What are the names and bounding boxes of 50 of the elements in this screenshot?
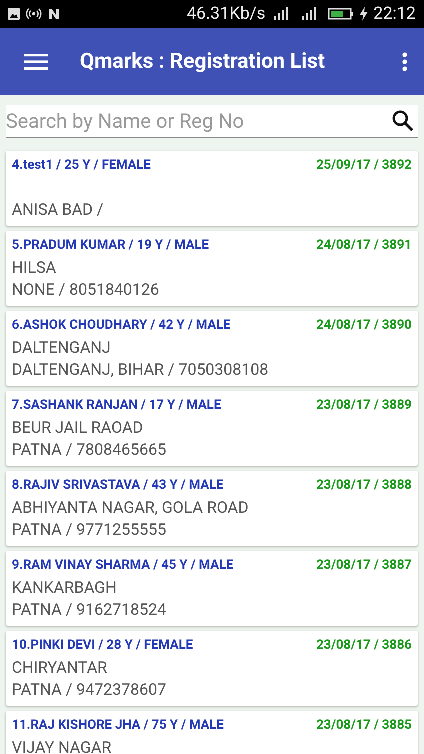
address-text: ABHIYANTA NAGAR, GOLA ROAD — [12, 497, 250, 519]
contact-text: PATNA / 7808465665 — [12, 439, 168, 461]
charging-icon — [360, 7, 368, 21]
registration-date: 25/09/17 / 3892 — [316, 158, 412, 173]
search-field[interactable]: Search by Name or Reg No — [6, 105, 418, 138]
patient-name: 8.RAJIV SRIVASTAVA / 43 Y / MALE — [12, 478, 224, 493]
menu-icon — [24, 52, 48, 70]
contact-text: ANISA BAD / — [12, 199, 105, 221]
registration-date: 23/08/17 / 3888 — [316, 478, 412, 493]
contact-text: PATNA / 9771255555 — [12, 519, 168, 541]
app-title: Qmarks : Registration List — [80, 50, 326, 74]
contact-text: PATNA / 9162718524 — [12, 599, 168, 621]
battery-icon — [328, 8, 354, 20]
record-card[interactable]: 11.RAJ KISHORE JHA / 75 Y / MALE 23/08/17 / 3885 VIJAY NAGAR — [6, 711, 418, 754]
record-card[interactable]: 9.RAM VINAY SHARMA / 45 Y / MALE 23/08/17 / 3887 KANKARBAGH PATNA / 9162718524 — [6, 551, 418, 626]
nfc-icon — [48, 8, 60, 20]
address-text: VIJAY NAGAR — [12, 737, 113, 754]
record-card[interactable]: 7.SASHANK RANJAN / 17 Y / MALE 23/08/17 / 3889 BEUR JAIL RAOAD PATNA / 7808465665 — [6, 391, 418, 466]
address-text: DALTENGANJ — [12, 337, 112, 359]
patient-name: 4.test1 / 25 Y / FEMALE — [12, 158, 151, 173]
record-card[interactable]: 10.PINKI DEVI / 28 Y / FEMALE 23/08/17 / 3886 CHIRYANTAR PATNA / 9472378607 — [6, 631, 418, 706]
registration-date: 23/08/17 / 3889 — [316, 398, 412, 413]
registration-date: 23/08/17 / 3886 — [316, 638, 412, 653]
registration-date: 24/08/17 / 3891 — [316, 238, 412, 253]
more-options-icon — [402, 52, 408, 72]
image-icon — [8, 8, 20, 20]
registration-date: 23/08/17 / 3885 — [316, 718, 412, 733]
patient-name: 9.RAM VINAY SHARMA / 45 Y / MALE — [12, 558, 234, 573]
registration-date: 23/08/17 / 3887 — [316, 558, 412, 573]
address-text: HILSA — [12, 257, 58, 279]
clock: 22:12 — [374, 4, 416, 24]
search-icon[interactable] — [392, 110, 414, 132]
patient-name: 11.RAJ KISHORE JHA / 75 Y / MALE — [12, 718, 224, 733]
registration-date: 24/08/17 / 3890 — [316, 318, 412, 333]
record-card[interactable]: 5.PRADUM KUMAR / 19 Y / MALE 24/08/17 / 3891 HILSA NONE / 8051840126 — [6, 231, 418, 306]
patient-name: 5.PRADUM KUMAR / 19 Y / MALE — [12, 238, 210, 253]
contact-text: NONE / 8051840126 — [12, 279, 160, 301]
record-card[interactable]: 4.test1 / 25 Y / FEMALE 25/09/17 / 3892 ANISA BAD / — [6, 151, 418, 226]
address-text: KANKARBAGH — [12, 577, 118, 599]
address-text: BEUR JAIL RAOAD — [12, 417, 144, 439]
contact-text: PATNA / 9472378607 — [12, 679, 168, 701]
patient-name: 7.SASHANK RANJAN / 17 Y / MALE — [12, 398, 222, 413]
hotspot-icon — [26, 8, 42, 20]
network-speed: 46.31Kb/s — [186, 4, 266, 24]
patient-name: 10.PINKI DEVI / 28 Y / FEMALE — [12, 638, 194, 653]
record-card[interactable]: 6.ASHOK CHOUDHARY / 42 Y / MALE 24/08/17 / 3890 DALTENGANJ DALTENGANJ, BIHAR / 7050308108 — [6, 311, 418, 386]
address-text: CHIRYANTAR — [12, 657, 108, 679]
patient-name: 6.ASHOK CHOUDHARY / 42 Y / MALE — [12, 318, 231, 333]
contact-text: DALTENGANJ, BIHAR / 7050308108 — [12, 359, 270, 381]
record-card[interactable]: 8.RAJIV SRIVASTAVA / 43 Y / MALE 23/08/17 / 3888 ABHIYANTA NAGAR, GOLA ROAD PATNA / 9771255555 — [6, 471, 418, 546]
